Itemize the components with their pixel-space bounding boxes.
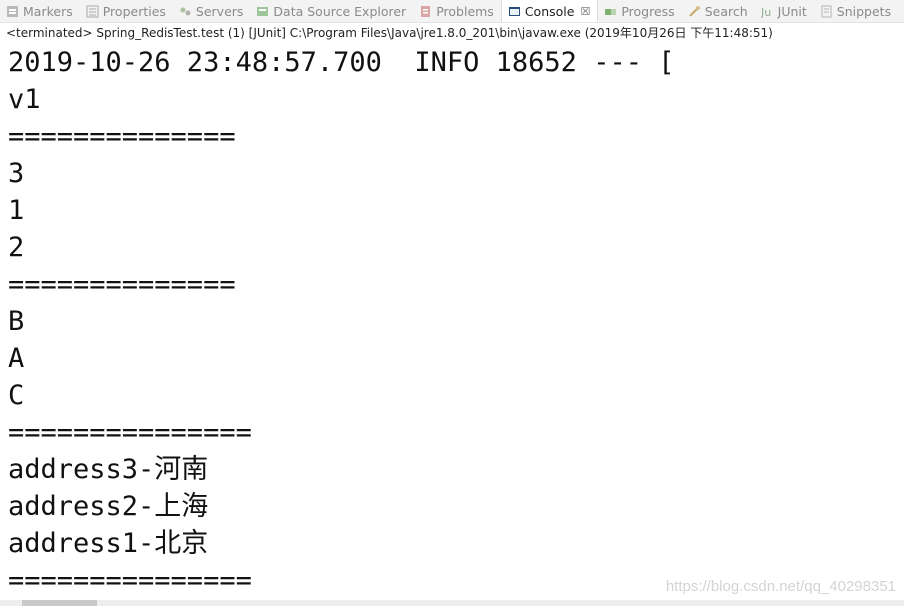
watermark: https://blog.csdn.net/qq_40298351: [665, 578, 896, 595]
console-line: 2019-10-26 23:48:57.700 INFO 18652 --- [: [8, 47, 675, 78]
console-line: address1-北京: [8, 528, 209, 559]
tab-properties[interactable]: Properties: [80, 0, 173, 22]
progress-icon: [604, 5, 617, 18]
console-line: 1: [8, 195, 25, 226]
console-line: v1: [8, 84, 41, 115]
tab-problems[interactable]: Problems: [413, 0, 501, 22]
properties-icon: [86, 5, 99, 18]
scrollbar-thumb[interactable]: [22, 600, 97, 606]
tab-label: Data Source Explorer: [273, 3, 407, 19]
horizontal-scrollbar[interactable]: [0, 600, 904, 606]
console-line: address2-上海: [8, 491, 209, 522]
tab-data-source-explorer[interactable]: Data Source Explorer: [250, 0, 413, 22]
console-icon: [508, 5, 521, 18]
console-line: C: [8, 380, 25, 411]
snippets-icon: [820, 5, 833, 18]
console-status-line: <terminated> Spring_RedisTest.test (1) […: [6, 26, 773, 40]
tab-label: Markers: [23, 3, 73, 19]
tab-label: Snippets: [836, 3, 892, 19]
tab-label: Servers: [195, 3, 244, 19]
servers-icon: [179, 5, 192, 18]
markers-icon: [6, 5, 19, 18]
console-line: ===============: [8, 565, 252, 596]
console-line: address3-河南: [8, 454, 209, 485]
tab-snippets[interactable]: Snippets: [814, 0, 898, 22]
console-line: 3: [8, 158, 25, 189]
close-icon[interactable]: ☒: [580, 5, 590, 18]
view-tab-bar: Markers Properties Servers Data Source E…: [0, 0, 904, 23]
console-output[interactable]: 2019-10-26 23:48:57.700 INFO 18652 --- […: [8, 44, 674, 599]
console-line: A: [8, 343, 25, 374]
tab-label: Problems: [436, 3, 494, 19]
console-line: ===============: [8, 417, 252, 448]
tab-label: Progress: [621, 3, 675, 19]
console-line: ==============: [8, 269, 236, 300]
junit-icon: Ju: [761, 5, 774, 18]
tab-progress[interactable]: Progress: [598, 0, 681, 22]
tab-label: JUnit: [777, 3, 807, 19]
data-source-icon: [256, 5, 269, 18]
tab-junit[interactable]: Ju JUnit: [755, 0, 814, 22]
console-line: ==============: [8, 121, 236, 152]
svg-text:Ju: Ju: [761, 6, 771, 18]
tab-console[interactable]: Console ☒: [500, 0, 599, 22]
tab-markers[interactable]: Markers: [0, 0, 80, 22]
tab-search[interactable]: Search: [682, 0, 755, 22]
tab-label: Console: [524, 3, 575, 19]
console-line: B: [8, 306, 25, 337]
console-line: 2: [8, 232, 25, 263]
tab-label: Search: [704, 3, 748, 19]
tab-label: Properties: [102, 3, 166, 19]
search-icon: [688, 5, 701, 18]
tab-servers[interactable]: Servers: [173, 0, 251, 22]
problems-icon: [419, 5, 432, 18]
